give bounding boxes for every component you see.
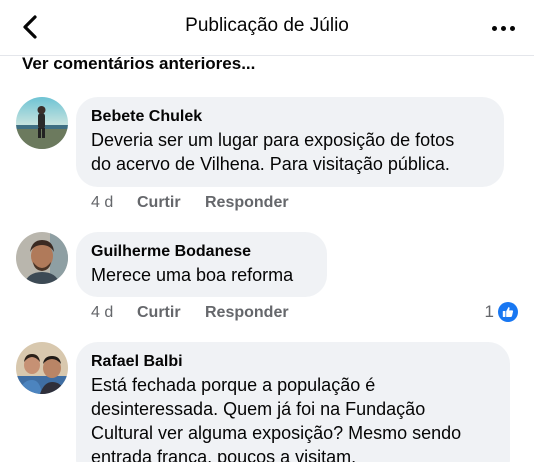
more-horizontal-icon [491, 25, 497, 31]
comment-author[interactable]: Bebete Chulek [91, 106, 488, 128]
reply-button[interactable]: Responder [205, 304, 289, 322]
like-button[interactable]: Curtir [137, 194, 205, 212]
like-button[interactable]: Curtir [137, 304, 205, 322]
comment-text-line: desinteressada. Quem já foi na Fundação [91, 399, 426, 419]
view-previous-comments-link[interactable]: Ver comentários anteriores... [22, 54, 255, 74]
comment-text-line: Deveria ser um lugar para exposição de f… [91, 130, 455, 150]
avatar[interactable] [16, 232, 68, 284]
reaction-count: 1 [484, 302, 494, 321]
comment-timestamp[interactable]: 4 d [91, 304, 137, 322]
comment-actions: 4 d Curtir Responder [91, 304, 289, 322]
comment-author[interactable]: Guilherme Bodanese [91, 241, 311, 263]
more-options-button[interactable] [488, 14, 518, 42]
comment-text-line: Merece uma boa reforma [91, 265, 294, 285]
avatar[interactable] [16, 342, 68, 394]
reply-button[interactable]: Responder [205, 194, 289, 212]
comment-text-line: Cultural ver alguma exposição? Mesmo sen… [91, 423, 462, 443]
comment-author[interactable]: Rafael Balbi [91, 351, 494, 373]
page-title: Publicação de Júlio [185, 15, 349, 36]
comment-text-line: entrada franca, poucos a visitam. [91, 447, 357, 462]
comment-bubble: Rafael Balbi Está fechada porque a popul… [76, 342, 510, 462]
comment-bubble: Guilherme Bodanese Merece uma boa reform… [76, 232, 327, 297]
avatar[interactable] [16, 97, 68, 149]
comment-text-line: do acervo de Vilhena. Para visitação púb… [91, 154, 450, 174]
like-icon [498, 302, 518, 322]
comment-bubble: Bebete Chulek Deveria ser um lugar para … [76, 97, 504, 187]
comment-timestamp[interactable]: 4 d [91, 194, 137, 212]
comment-actions: 4 d Curtir Responder [91, 194, 289, 212]
top-bar: Publicação de Júlio [0, 0, 534, 56]
comment-text-line: Está fechada porque a população é [91, 375, 376, 395]
reaction-summary[interactable]: 1 [485, 302, 518, 322]
